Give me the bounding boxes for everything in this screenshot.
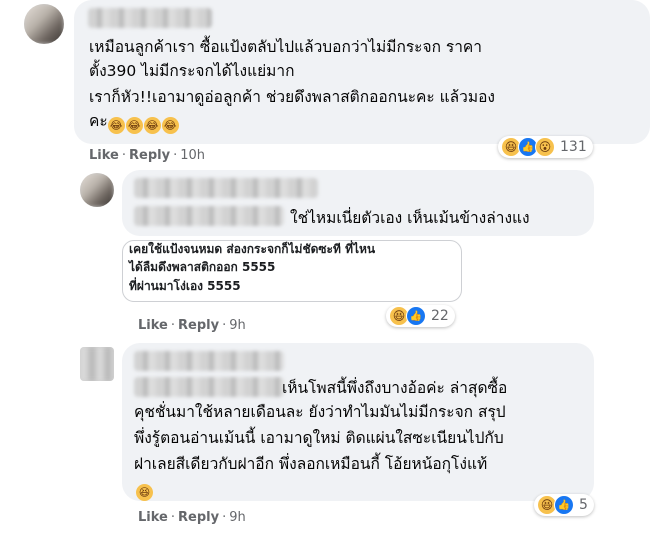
like-icon: 👍	[406, 306, 426, 326]
reactions-summary[interactable]: 😆 👍 5	[534, 494, 594, 516]
quoted-comment-image[interactable]: เคยใช้แป้งจนหมด ส่องกระจกก็ไม่ชัดซะที ที…	[122, 240, 462, 302]
comment-timestamp[interactable]: 9h	[229, 318, 246, 333]
reaction-count: 22	[431, 308, 449, 324]
comment-text-line: ใช่ไหมเนี่ยตัวเอง เห็นเม้นข้างล่างแง	[290, 209, 530, 227]
reply-button[interactable]: Reply	[129, 148, 170, 163]
laughing-emoji-icon: 😂	[125, 117, 143, 134]
comment-timestamp[interactable]: 10h	[180, 148, 205, 163]
laughing-emoji-icon: 😂	[143, 117, 161, 134]
reply-bubble: ใช่ไหมเนี่ยตัวเอง เห็นเม้นข้างล่างแง	[122, 170, 594, 236]
comment-actions: Like · Reply · 10h	[89, 148, 205, 163]
reaction-count: 5	[579, 497, 588, 513]
quoted-text-line: ที่ผ่านมาโง่เอง 5555	[129, 279, 241, 293]
comment-actions: Like · Reply · 9h	[138, 318, 246, 333]
reply-button[interactable]: Reply	[178, 318, 219, 333]
laughing-emoji-icon: 😂	[107, 117, 125, 134]
like-button[interactable]: Like	[138, 318, 168, 333]
reply-button[interactable]: Reply	[178, 510, 219, 525]
reply-bubble: เห็นโพสนี้พึ่งถึงบางอ้อค่ะ ล่าสุดซื้อ คุ…	[122, 343, 594, 501]
commenter-avatar[interactable]	[80, 347, 114, 381]
laughing-emoji-icon: 😂	[161, 117, 179, 134]
commenter-name-redacted[interactable]	[88, 8, 212, 28]
comment-text-line: เราก็หัว!!เอามาดูอ่อลูกค้า ช่วยดึงพลาสติ…	[89, 88, 495, 106]
comment-text-line: เหมือนลูกค้าเรา ซื้อแป้งตลับไปแล้วบอกว่า…	[89, 38, 483, 56]
comment-text-line: ตั้ง390 ไม่มีกระจกได้ไงแย่มาก	[89, 62, 295, 80]
comment-text-line: ฝาเลยสีเดียวกับฝาอีก พึ่งลอกเหมือนกี้ โอ…	[134, 455, 488, 473]
comment-text-line: เห็นโพสนี้พึ่งถึงบางอ้อค่ะ ล่าสุดซื้อ	[282, 379, 508, 397]
comment-text-end: คะ	[89, 112, 108, 130]
reactions-summary[interactable]: 😆 👍 22	[386, 305, 455, 327]
commenter-name-redacted[interactable]	[134, 377, 284, 397]
comment-text-line: 😆	[136, 477, 154, 501]
commenter-name-redacted[interactable]	[134, 206, 284, 226]
quoted-text-line: ได้ลืมดึงพลาสติกออก 5555	[129, 260, 276, 274]
commenter-name-redacted[interactable]	[134, 178, 318, 198]
wow-icon: 😮	[535, 137, 555, 157]
commenter-name-redacted[interactable]	[134, 351, 284, 371]
comment-actions: Like · Reply · 9h	[138, 510, 246, 525]
comment-text-line: พึ่งรู้ตอนอ่านเม้นนี้ เอามาดูใหม่ ติดแผ่…	[134, 429, 504, 447]
commenter-avatar[interactable]	[80, 173, 114, 207]
comment-timestamp[interactable]: 9h	[229, 510, 246, 525]
commenter-avatar[interactable]	[24, 4, 64, 44]
comment-bubble: เหมือนลูกค้าเรา ซื้อแป้งตลับไปแล้วบอกว่า…	[74, 0, 650, 144]
like-button[interactable]: Like	[138, 510, 168, 525]
comment-text-line: คะ 😂 😂 😂 😂	[89, 110, 180, 134]
smiling-emoji-icon: 😆	[136, 484, 153, 501]
like-button[interactable]: Like	[89, 148, 119, 163]
quoted-text-line: เคยใช้แป้งจนหมด ส่องกระจกก็ไม่ชัดซะที ที…	[129, 242, 376, 256]
reaction-count: 131	[560, 139, 587, 155]
reactions-summary[interactable]: 😆 👍 😮 131	[498, 136, 593, 158]
like-icon: 👍	[554, 495, 574, 515]
comment-text-line: คุชชั่นมาใช้หลายเดือนละ ยังว่าทำไมมันไม่…	[134, 403, 506, 421]
